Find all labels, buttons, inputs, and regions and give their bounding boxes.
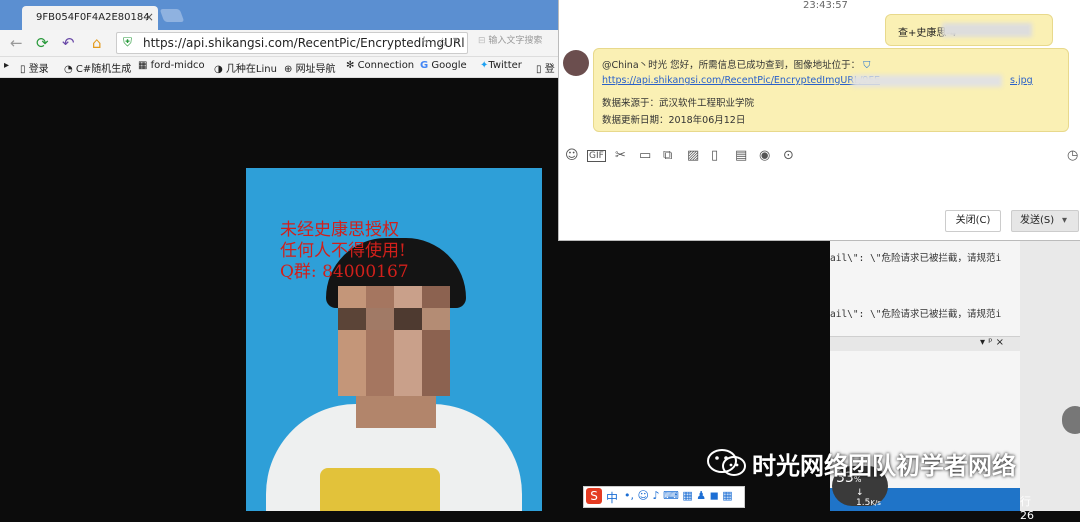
received-link-suffix[interactable]: s.jpg: [1010, 75, 1033, 86]
phone-icon[interactable]: ▯: [711, 148, 718, 163]
line-indicator: 行 26: [1020, 495, 1034, 522]
close-button[interactable]: 关闭(C): [945, 210, 1001, 232]
bookmark-item[interactable]: ✻ Connection: [346, 60, 414, 71]
new-tab-button[interactable]: [159, 9, 185, 22]
bookmark-item[interactable]: ◑ 几种在Linu: [214, 60, 277, 75]
search-icon: ⊟: [478, 36, 486, 46]
search-placeholder: 输入文字搜索: [488, 36, 543, 46]
avatar[interactable]: [1062, 406, 1080, 434]
chevron-down-icon[interactable]: ▾: [1062, 211, 1067, 231]
id-photo: 未经史康思授权 任何人不得使用! Q群: 84000167: [246, 168, 542, 511]
bookmark-item[interactable]: G Google: [420, 60, 467, 71]
send-button-label: 发送(S): [1020, 215, 1055, 226]
send-button[interactable]: 发送(S) ▾: [1011, 210, 1079, 232]
sogou-logo-icon[interactable]: S: [586, 488, 602, 504]
bookmarks-bar: ▸ ▯ 登录 ◔ C#随机生成 ▦ ford-midco ◑ 几种在Linu ⊕…: [0, 57, 560, 78]
received-message-bubble[interactable]: @China丶时光 您好，所需信息已成功查到，图像地址位于： ⛉ https:/…: [593, 48, 1069, 132]
home-icon[interactable]: ⌂: [92, 34, 102, 52]
bookmark-item[interactable]: ▯ 登录: [20, 60, 49, 75]
received-link[interactable]: https://api.shikangsi.com/RecentPic/Encr…: [602, 75, 880, 86]
sent-message-bubble[interactable]: 查+史康思-4: [885, 14, 1053, 46]
bot-avatar[interactable]: [563, 50, 589, 76]
watermark-line: 未经史康思授权: [280, 220, 399, 240]
bookmark-item[interactable]: ▯ 登: [536, 60, 555, 75]
gif-icon[interactable]: GIF: [587, 150, 606, 162]
bookmark-item[interactable]: ⊕ 网址导航: [284, 60, 336, 75]
bookmark-item[interactable]: ✦Twitter: [480, 60, 522, 71]
image-icon[interactable]: ▨: [687, 148, 699, 163]
more-icon[interactable]: ⊙: [783, 148, 794, 163]
watermark-line: Q群: 84000167: [280, 262, 409, 282]
chat-window: 23:43:57 查+史康思-4 @China丶时光 您好，所需信息已成功查到，…: [558, 0, 1080, 241]
scissors-icon[interactable]: ✂: [615, 148, 626, 163]
undo-icon[interactable]: ↶: [62, 34, 75, 52]
panel-controls-icon[interactable]: ▾ ᵖ ×: [980, 337, 1004, 348]
screenshot-icon[interactable]: ⧉: [663, 148, 672, 163]
watermark-line: 任何人不得使用!: [280, 241, 406, 261]
tab-title: 9FB054F0F4A2E80184: [36, 12, 150, 23]
redacted-text: [852, 75, 1002, 87]
received-line: 数据来源于：武汉软件工程职业学院: [602, 98, 755, 109]
secure-lock-icon: ⛨: [123, 35, 133, 49]
pixelated-face-band: [338, 308, 450, 330]
address-bar[interactable]: ⛨ https://api.shikangsi.com/RecentPic/En…: [116, 32, 468, 54]
dropdown-icon[interactable]: ▾: [453, 35, 458, 46]
speed-rate: ↓ 1.5K/s: [856, 488, 881, 508]
ime-toolbar[interactable]: S 中 •, ☺ ♪ ⌨ ▦ ♟ ◼ ▦: [583, 486, 745, 508]
received-line: @China丶时光 您好，所需信息已成功查到，图像地址位于： ⛉: [602, 60, 871, 71]
ime-mode[interactable]: 中: [606, 489, 618, 506]
tab-close-icon[interactable]: ×: [144, 10, 154, 24]
record-icon[interactable]: ◉: [759, 148, 770, 163]
history-icon[interactable]: ◷: [1067, 148, 1078, 163]
address-url: https://api.shikangsi.com/RecentPic/Encr…: [143, 36, 465, 50]
calendar-icon[interactable]: ▤: [735, 148, 747, 163]
browser-tab[interactable]: 9FB054F0F4A2E80184 ×: [22, 6, 158, 30]
reload-icon[interactable]: ⟳: [36, 34, 49, 52]
redacted-text: [942, 23, 1032, 37]
panel-header: ▾ ᵖ ×: [830, 336, 1020, 351]
code-line: ail\": \"危险请求已被拦截，请规范i: [830, 253, 1002, 264]
code-line: ail\": \"危险请求已被拦截，请规范i: [830, 309, 1002, 320]
browser-tab-bar: 9FB054F0F4A2E80184 ×: [0, 0, 560, 30]
browser-toolbar: ← ⟳ ↶ ⌂ ⛨ https://api.shikangsi.com/Rece…: [0, 30, 560, 57]
bookmark-item[interactable]: ▦ ford-midco: [138, 60, 205, 71]
ime-tools-icons[interactable]: •, ☺ ♪ ⌨ ▦ ♟ ◼ ▦: [624, 489, 733, 502]
emoji-icon[interactable]: ☺: [565, 148, 579, 163]
shield-icon: ⛉: [863, 60, 871, 71]
shirt-logo: [320, 468, 440, 511]
pixelated-face: [338, 286, 450, 396]
photo-watermark: 未经史康思授权 任何人不得使用! Q群: 84000167: [280, 220, 409, 283]
brand-watermark: 时光网络团队初学者网络: [752, 452, 1016, 480]
folder-icon[interactable]: ▭: [639, 148, 651, 163]
right-scroll-strip: [1020, 240, 1080, 511]
chat-timestamp: 23:43:57: [803, 0, 848, 11]
wechat-icon: [707, 449, 746, 476]
back-icon[interactable]: ←: [10, 34, 23, 52]
lightning-icon[interactable]: ϟ: [421, 35, 429, 49]
chat-toolbar: ☺ GIF ✂ ▭ ⧉ ▨ ▯ ▤ ◉ ⊙ ◷: [565, 148, 1078, 166]
received-line: 数据更新日期：2018年06月12日: [602, 115, 746, 126]
bookmark-arrow-icon: ▸: [4, 60, 10, 71]
search-field[interactable]: ⊟ 输入文字搜索: [478, 33, 558, 51]
bookmark-item[interactable]: ◔ C#随机生成: [64, 60, 131, 75]
star-icon[interactable]: ☆: [437, 35, 448, 49]
